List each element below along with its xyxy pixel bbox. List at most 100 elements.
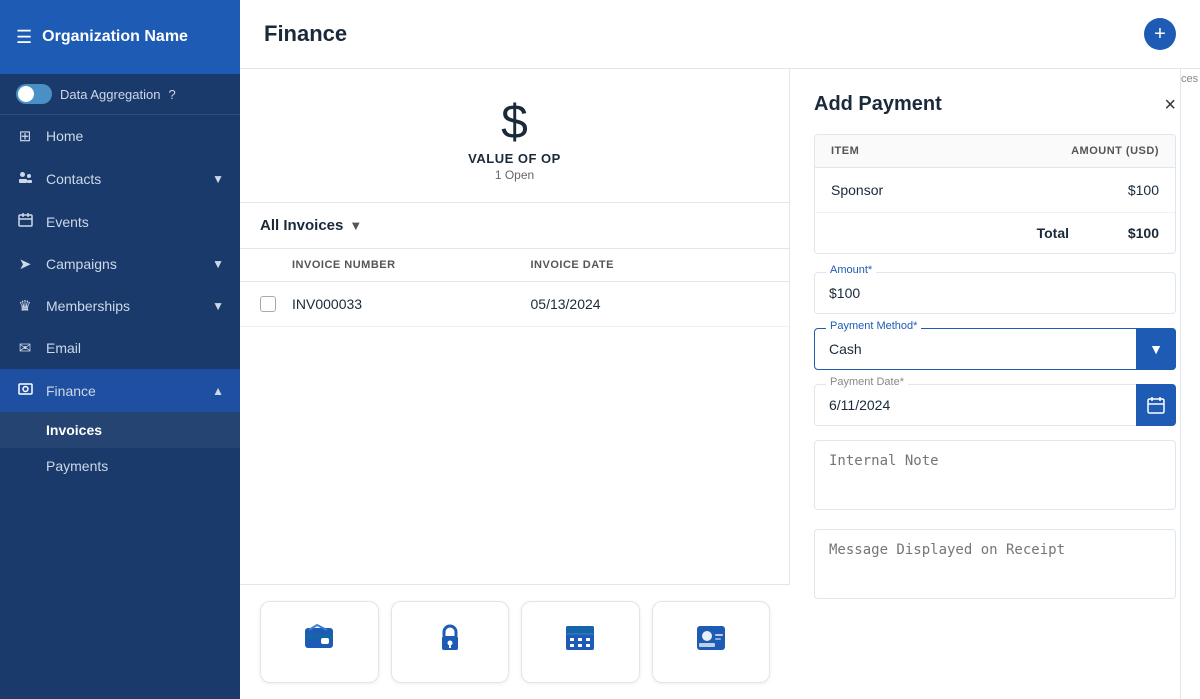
finance-area: $ VALUE OF OP 1 Open All Invoices ▼ INVO…	[240, 69, 1200, 699]
sidebar-subitem-invoices[interactable]: Invoices	[0, 412, 240, 448]
quick-actions	[240, 584, 790, 699]
sidebar-item-label: Events	[46, 214, 89, 230]
main-content: Finance + $ VALUE OF OP 1 Open All Invoi…	[240, 0, 1200, 699]
amount-input[interactable]	[814, 272, 1176, 314]
amount-field: Amount*	[814, 272, 1176, 314]
filter-arrow-icon: ▼	[349, 218, 362, 233]
data-aggregation-toggle[interactable]	[16, 84, 52, 104]
item-amount: $100	[1019, 182, 1159, 198]
lock-icon	[432, 620, 468, 664]
finance-arrow-icon: ▲	[212, 384, 224, 398]
modal-header: Add Payment ×	[814, 93, 1176, 116]
total-amount: $100	[1099, 225, 1159, 241]
help-icon[interactable]: ?	[168, 87, 175, 102]
sidebar-item-label: Campaigns	[46, 256, 117, 272]
amount-label: Amount*	[826, 264, 876, 276]
sidebar: ☰ Organization Name Data Aggregation ? ⊞…	[0, 0, 240, 699]
quick-card-lock[interactable]	[391, 601, 510, 683]
sidebar-item-label: Home	[46, 128, 83, 144]
invoice-date: 05/13/2024	[531, 296, 770, 312]
sidebar-item-label: Memberships	[46, 298, 130, 314]
sidebar-item-label: Finance	[46, 383, 96, 399]
stat-card: $ VALUE OF OP 1 Open	[240, 69, 789, 203]
campaigns-icon: ➤	[16, 255, 34, 273]
calendar-grid-icon	[562, 620, 598, 664]
add-button[interactable]: +	[1144, 18, 1176, 50]
sidebar-subitem-label: Payments	[46, 458, 108, 474]
col-checkbox	[260, 259, 292, 271]
payment-table-row: Sponsor $100	[815, 168, 1175, 213]
memberships-arrow-icon: ▼	[212, 299, 224, 313]
sidebar-subitem-label: Invoices	[46, 422, 102, 438]
hamburger-icon[interactable]: ☰	[16, 27, 32, 48]
table-header: INVOICE NUMBER INVOICE DATE	[240, 249, 789, 282]
sidebar-header[interactable]: ☰ Organization Name	[0, 0, 240, 74]
campaigns-arrow-icon: ▼	[212, 257, 224, 271]
payment-method-field: Payment Method* Cash Check Credit Card A…	[814, 328, 1176, 370]
page-title: Finance	[264, 21, 347, 47]
toggle-knob	[18, 86, 34, 102]
modal-close-button[interactable]: ×	[1164, 95, 1176, 115]
sidebar-item-email[interactable]: ✉ Email	[0, 327, 240, 369]
wallet-icon	[301, 620, 337, 664]
data-aggregation-row[interactable]: Data Aggregation ?	[0, 74, 240, 115]
quick-card-calendar[interactable]	[521, 601, 640, 683]
top-bar: Finance +	[240, 0, 1200, 69]
events-icon	[16, 212, 34, 231]
sidebar-item-events[interactable]: Events	[0, 200, 240, 243]
payment-method-select[interactable]: Cash Check Credit Card ACH	[814, 328, 1176, 370]
table-row[interactable]: INV000033 05/13/2024	[240, 282, 789, 327]
memberships-icon: ♛	[16, 297, 34, 315]
internal-note-textarea[interactable]	[814, 440, 1176, 510]
payment-modal: Add Payment × ITEM AMOUNT (USD) Sponsor …	[790, 69, 1200, 699]
quick-card-contact-card[interactable]	[652, 601, 771, 683]
col-invoice-number: INVOICE NUMBER	[292, 259, 531, 271]
contacts-arrow-icon: ▼	[212, 172, 224, 186]
payment-table-header: ITEM AMOUNT (USD)	[815, 135, 1175, 168]
quick-card-wallet[interactable]	[260, 601, 379, 683]
row-checkbox[interactable]	[260, 296, 292, 312]
finance-icon	[16, 381, 34, 400]
message-receipt-field	[814, 529, 1176, 604]
message-receipt-textarea[interactable]	[814, 529, 1176, 599]
sidebar-item-campaigns[interactable]: ➤ Campaigns ▼	[0, 243, 240, 285]
filter-label: All Invoices	[260, 217, 343, 234]
email-icon: ✉	[16, 339, 34, 357]
col-invoice-date: INVOICE DATE	[531, 259, 770, 271]
contacts-icon	[16, 169, 34, 188]
org-name: Organization Name	[42, 28, 188, 46]
col-item: ITEM	[831, 145, 1019, 157]
col-amount: AMOUNT (USD)	[1019, 145, 1159, 157]
internal-note-field	[814, 440, 1176, 515]
right-column-hint: ces	[1180, 69, 1200, 699]
sidebar-item-finance[interactable]: Finance ▲	[0, 369, 240, 412]
sidebar-item-home[interactable]: ⊞ Home	[0, 115, 240, 157]
item-name: Sponsor	[831, 182, 1019, 198]
payment-date-field: Payment Date*	[814, 384, 1176, 426]
sidebar-item-label: Email	[46, 340, 81, 356]
dollar-icon: $	[264, 99, 765, 147]
sidebar-item-memberships[interactable]: ♛ Memberships ▼	[0, 285, 240, 327]
payment-method-label: Payment Method*	[826, 320, 921, 332]
payment-items-table: ITEM AMOUNT (USD) Sponsor $100 Total $10…	[814, 134, 1176, 254]
sidebar-item-contacts[interactable]: Contacts ▼	[0, 157, 240, 200]
payment-table-total-row: Total $100	[815, 213, 1175, 253]
home-icon: ⊞	[16, 127, 34, 145]
stat-sub: 1 Open	[264, 168, 765, 182]
calendar-button[interactable]	[1136, 384, 1176, 426]
contact-card-icon	[693, 620, 729, 664]
invoice-number: INV000033	[292, 296, 531, 312]
total-label: Total	[1037, 225, 1069, 241]
payment-date-label: Payment Date*	[826, 376, 908, 388]
data-aggregation-label: Data Aggregation	[60, 87, 160, 102]
date-wrapper	[814, 384, 1176, 426]
modal-title: Add Payment	[814, 93, 942, 116]
sidebar-item-label: Contacts	[46, 171, 101, 187]
payment-date-input[interactable]	[814, 384, 1176, 426]
right-hint-text: ces	[1181, 73, 1198, 85]
sidebar-subitem-payments[interactable]: Payments	[0, 448, 240, 484]
invoices-panel: $ VALUE OF OP 1 Open All Invoices ▼ INVO…	[240, 69, 790, 699]
filter-row[interactable]: All Invoices ▼	[240, 203, 789, 249]
stat-label: VALUE OF OP	[264, 151, 765, 166]
payment-method-wrapper: Cash Check Credit Card ACH ▼	[814, 328, 1176, 370]
